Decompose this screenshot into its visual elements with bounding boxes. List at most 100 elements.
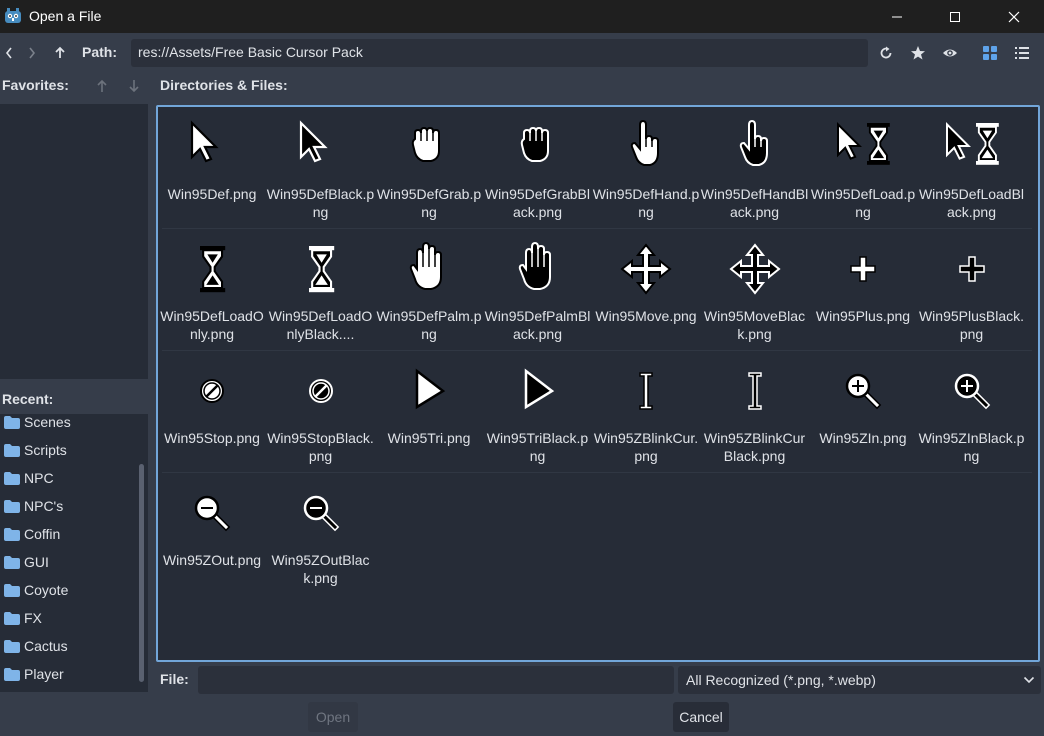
maximize-icon <box>950 11 960 22</box>
recent-item-label: Coyote <box>24 582 69 598</box>
recent-item[interactable]: NPC <box>0 464 138 492</box>
file-item[interactable]: Win95DefGrabBlack.png <box>484 107 592 229</box>
file-item-name: Win95DefHand.png <box>592 186 700 220</box>
file-item[interactable]: Win95Move.png <box>592 229 700 351</box>
arrow-up-icon <box>55 46 65 58</box>
move-icon <box>620 243 672 295</box>
recent-item-label: Scripts <box>24 442 67 458</box>
arrow-up-icon <box>97 79 107 92</box>
file-item[interactable]: Win95DefPalm.png <box>375 229 483 351</box>
recent-item-label: GUI <box>24 554 49 570</box>
path-label: Path: <box>82 44 117 60</box>
file-item-name: Win95DefLoadOnly.png <box>160 308 264 342</box>
folder-icon <box>4 583 20 597</box>
grid-view-button[interactable] <box>979 42 1001 64</box>
file-item[interactable]: Win95ZBlinkCurBlack.png <box>701 351 809 473</box>
favorites-list[interactable] <box>0 104 148 379</box>
zoom-out-black-icon <box>303 495 339 532</box>
recent-scrollbar[interactable] <box>139 464 144 682</box>
title-bar: Open a File <box>0 0 1044 33</box>
file-item[interactable]: Win95ZOut.png <box>158 473 266 595</box>
file-item[interactable]: Win95DefLoadOnlyBlack.... <box>267 229 375 351</box>
folder-icon <box>4 639 20 653</box>
file-item[interactable]: Win95DefGrab.png <box>375 107 483 229</box>
cancel-button[interactable]: Cancel <box>673 702 729 732</box>
recent-item[interactable]: Scripts <box>0 436 138 464</box>
file-item[interactable]: Win95Stop.png <box>158 351 266 473</box>
text-cursor-icon <box>639 372 653 410</box>
recent-item[interactable]: FX <box>0 604 138 632</box>
file-item[interactable]: Win95Def.png <box>158 107 266 229</box>
recent-list[interactable]: Scenes Scripts NPC NPC's Coffin GUI Coyote FX Ca… <box>0 414 148 692</box>
favorite-move-down-button[interactable] <box>126 78 142 94</box>
recent-header: Recent: <box>2 391 54 407</box>
file-item[interactable]: Win95Plus.png <box>809 229 917 351</box>
folder-icon <box>4 415 20 429</box>
file-item[interactable]: Win95DefLoadBlack.png <box>918 107 1026 229</box>
file-item-name: Win95Plus.png <box>815 308 911 324</box>
toggle-hidden-button[interactable] <box>939 42 961 64</box>
file-item-name: Win95ZInBlack.png <box>918 430 1025 464</box>
recent-item-label: NPC <box>24 470 54 486</box>
palm-black-icon <box>518 241 551 290</box>
file-filter-value: All Recognized (*.png, *.webp) <box>686 672 876 688</box>
file-item[interactable]: Win95TriBlack.png <box>484 351 592 473</box>
file-item[interactable]: Win95DefHand.png <box>592 107 700 229</box>
file-item-name: Win95Tri.png <box>387 430 471 446</box>
plus-black-icon <box>958 256 985 282</box>
recent-item[interactable]: Cactus <box>0 632 138 660</box>
arrow-hourglass-icon <box>837 122 890 165</box>
file-item[interactable]: Win95DefHandBlack.png <box>701 107 809 229</box>
godot-icon <box>5 8 21 23</box>
recent-item[interactable]: GUI <box>0 548 138 576</box>
recent-item[interactable]: Player <box>0 660 138 688</box>
file-label: File: <box>160 671 189 687</box>
file-item[interactable]: Win95PlusBlack.png <box>918 229 1026 351</box>
file-item[interactable]: Win95DefBlack.png <box>267 107 375 229</box>
back-button[interactable] <box>0 42 20 64</box>
file-item[interactable]: Win95MoveBlack.png <box>701 229 809 351</box>
forward-button[interactable] <box>21 42 43 64</box>
folder-icon <box>4 499 20 513</box>
file-name-input[interactable] <box>198 666 674 694</box>
favorite-move-up-button[interactable] <box>94 78 110 94</box>
file-item[interactable]: Win95Tri.png <box>375 351 483 473</box>
file-filter-select[interactable]: All Recognized (*.png, *.webp) <box>678 666 1041 694</box>
favorite-button[interactable] <box>907 42 929 64</box>
folder-icon <box>4 667 20 681</box>
file-item[interactable]: Win95ZOutBlack.png <box>267 473 375 595</box>
recent-item-label: NPC's <box>24 498 64 514</box>
file-item-name: Win95Move.png <box>595 308 697 324</box>
chevron-right-icon <box>29 47 36 59</box>
recent-item[interactable]: Coffin <box>0 520 138 548</box>
file-item[interactable]: Win95DefPalmBlack.png <box>484 229 592 351</box>
triangle-icon <box>415 368 446 410</box>
directories-header: Directories & Files: <box>160 77 288 93</box>
triangle-black-icon <box>524 368 554 410</box>
go-up-button[interactable] <box>49 42 71 64</box>
file-item[interactable]: Win95StopBlack.png <box>267 351 375 473</box>
path-input[interactable]: res://Assets/Free Basic Cursor Pack <box>131 39 868 67</box>
file-item[interactable]: Win95ZInBlack.png <box>918 351 1026 473</box>
file-item[interactable]: Win95DefLoadOnly.png <box>158 229 266 351</box>
stop-black-icon <box>308 379 333 403</box>
chevron-down-icon <box>1023 676 1035 684</box>
file-item[interactable]: Win95DefLoad.png <box>809 107 917 229</box>
folder-icon <box>4 471 20 485</box>
recent-item[interactable]: Coyote <box>0 576 138 604</box>
open-button[interactable]: Open <box>308 702 358 732</box>
file-item[interactable]: Win95ZBlinkCur.png <box>592 351 700 473</box>
zoom-in-icon <box>845 373 882 410</box>
close-button[interactable] <box>985 0 1043 33</box>
recent-item[interactable]: NPC's <box>0 492 138 520</box>
file-item-name: Win95DefLoadOnlyBlack.... <box>268 308 373 342</box>
minimize-button[interactable] <box>868 0 926 33</box>
refresh-button[interactable] <box>875 42 897 64</box>
file-grid[interactable]: Win95Def.png Win95DefBlack.png Win95DefGra… <box>156 105 1040 662</box>
file-item-name: Win95ZIn.png <box>819 430 907 446</box>
list-view-button[interactable] <box>1011 42 1033 64</box>
file-item[interactable]: Win95ZIn.png <box>809 351 917 473</box>
maximize-button[interactable] <box>926 0 984 33</box>
recent-item[interactable]: Scenes <box>0 414 138 436</box>
arrow-cursor-black-icon <box>299 120 328 163</box>
